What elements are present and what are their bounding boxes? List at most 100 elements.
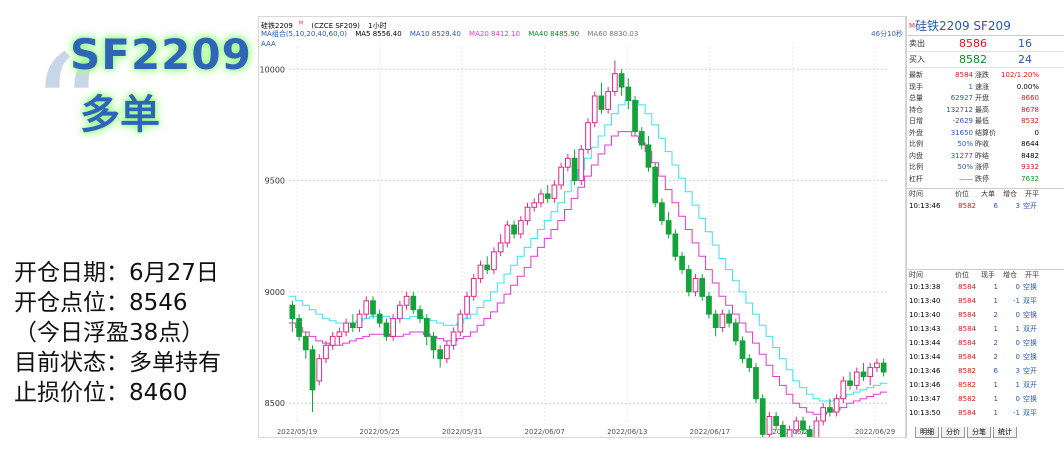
candle-body [612,73,618,93]
candle-body [390,318,396,337]
stat-value: 0 [1034,128,1039,137]
tick-oi: 1 [1015,325,1020,333]
candle-body [618,73,625,88]
x-tick-label: 2022/05/25 [359,428,399,436]
tick-row: 10:13:40 8584 2 0 空换 [907,308,1064,322]
candle-body [444,344,450,360]
x-tick-label: 2022/06/13 [607,428,647,436]
candle-body [867,367,874,377]
tick-type: 双开 [1023,325,1037,333]
candle-body [551,184,558,199]
tick-price: 8582 [958,395,976,403]
ma-pink-line [289,131,887,415]
sell-row[interactable]: 卖出 8586 16 [907,36,1064,52]
stat-value: 50% [957,140,973,148]
candle-body [598,95,605,110]
stat-value: 31277 [950,151,973,160]
candle-body [296,318,302,337]
tick-time: 10:13:43 [909,325,941,333]
candle-body [685,269,692,293]
tick-row: 10:13:50 8584 1 -1 双平 [907,406,1064,420]
candle-body [847,380,853,386]
candle-body [410,295,417,311]
tick-time: 10:13:46 [909,202,941,210]
stat-label: 外盘 [909,128,923,137]
tick-type: 双平 [1023,297,1037,305]
candle-body [638,131,645,146]
promo-title: SF2209 [70,30,252,79]
candle-body [746,358,753,369]
tick-time: 10:13:40 [909,297,941,305]
candle-body [497,242,504,253]
x-tick-label: 2022/06/29 [855,428,895,436]
stat-value: 1 [968,82,973,91]
tick-lots: 1 [993,409,998,417]
trade-info-status: 目前状态：多单持有 [14,350,221,376]
candle-body [753,367,759,400]
stat-label: 最新 [909,71,923,79]
tab-stats[interactable]: 统计 [993,427,1017,438]
candle-body [430,335,437,351]
candle-body [457,313,464,333]
kline-svg: 8500 9000 9500 10000 2022/05/19 2022/05/25 202… [260,47,895,437]
candle-body [578,148,585,182]
y-tick-label: 9500 [265,177,285,186]
tick-lots: 1 [993,395,998,403]
sell-price: 8586 [959,37,987,50]
big-head-price: 价位 [955,190,969,198]
tick-time: 10:13:44 [909,339,941,347]
candle-body [491,251,497,271]
candle-body [880,362,887,373]
tick-row: 10:13:46 8582 6 3 空开 [907,199,1064,213]
tick-type: 空换 [1023,339,1037,347]
buy-row[interactable]: 买入 8582 24 [907,52,1064,68]
big-order-list: 10:13:46 8582 6 3 空开 [907,199,1064,269]
candle-body [517,220,524,235]
tick-price: 8584 [958,283,976,291]
tick-header: 时间 价位 现手 增仓 开平 [907,269,1064,280]
candle-body [289,304,296,320]
candle-body [383,322,390,337]
big-head-time: 时间 [909,190,923,198]
tick-price: 8584 [958,297,976,305]
kline-chart-panel[interactable]: 硅铁2209 M (CZCE SF209) 1小时 MA组合(5,10,20,40… [258,16,906,438]
stat-label: 涨停 [975,163,989,171]
candle-body [719,313,726,328]
tick-price: 8582 [958,381,976,389]
candle-body [356,313,363,328]
tick-oi: 3 [1015,202,1020,210]
tick-lots: 2 [993,311,998,319]
tab-ticks[interactable]: 分笔 [967,427,991,438]
promo-panel: “ SF2209 多单 开仓日期：6月27日 开仓点位：8546 （今日浮盈38… [0,0,258,458]
tick-oi: 0 [1015,283,1020,291]
candle-body [739,340,746,360]
candle-body [403,295,410,306]
stat-value: 9332 [1021,163,1039,171]
tick-oi: 0 [1015,311,1020,319]
big-head-type: 开平 [1025,190,1039,198]
sell-volume: 16 [1018,37,1032,50]
buy-price: 8582 [959,53,987,66]
candle-body [860,371,867,377]
candle-body [712,313,719,328]
stat-value: 50% [957,163,973,171]
candle-body [645,144,652,168]
candle-body [538,193,544,204]
stat-label: 最低 [975,117,989,125]
tick-oi: 3 [1015,367,1020,375]
candle-body [376,313,383,324]
tick-head-lots: 现手 [981,271,995,279]
promo-subtitle: 多单 [80,92,160,138]
quote-title: 硅铁2209 SF209 [915,19,1011,33]
y-tick-label: 9000 [265,288,285,297]
tab-price-dist[interactable]: 分价 [941,427,965,438]
tab-detail[interactable]: 明细 [915,427,939,438]
candle-body [665,220,672,235]
tick-list[interactable]: 10:13:38 8584 1 0 空换 10:13:40 8584 1 -1 双平 10:13:4… [907,280,1064,420]
tick-type: 空换 [1023,353,1037,361]
candle-body [659,202,665,222]
tick-price: 8584 [958,325,976,333]
candle-body [632,99,638,133]
stat-label: 最高 [975,105,989,114]
candle-body [585,122,591,150]
